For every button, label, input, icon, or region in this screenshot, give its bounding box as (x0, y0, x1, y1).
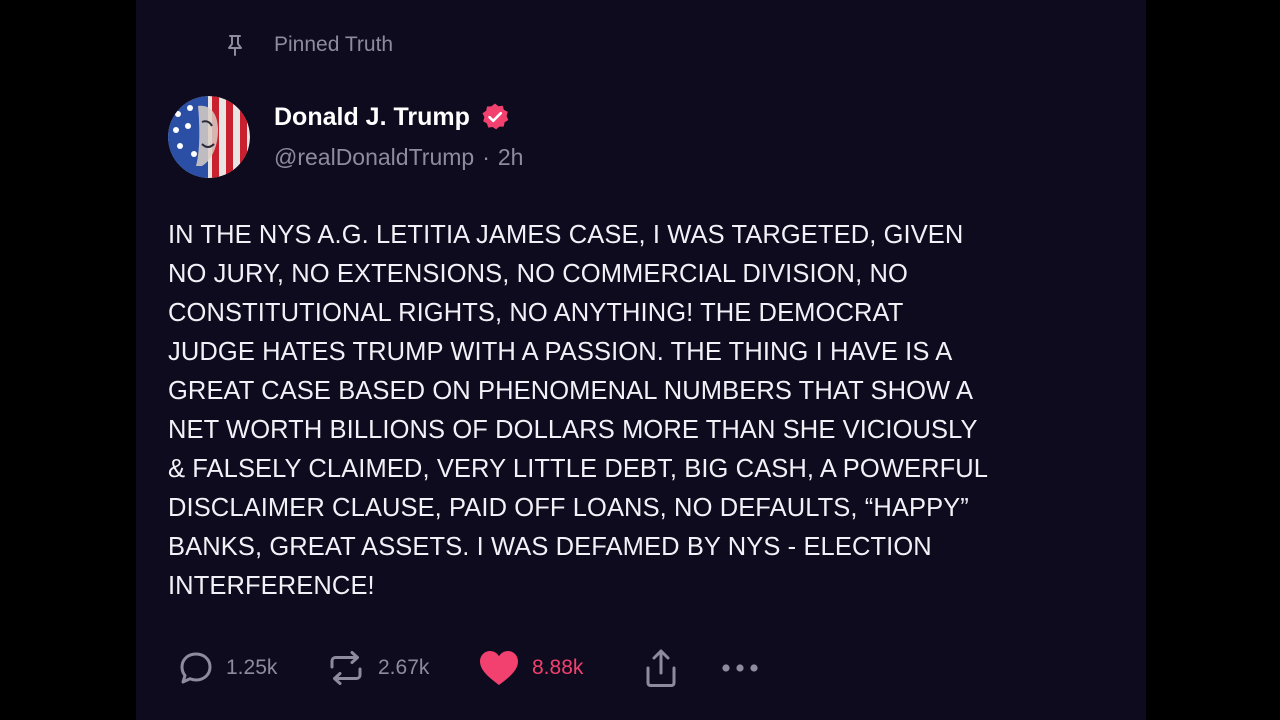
author-handle[interactable]: @realDonaldTrump (274, 144, 474, 171)
more-options-button[interactable] (720, 662, 760, 674)
post-timestamp[interactable]: 2h (498, 144, 524, 171)
post-panel: Pinned Truth Donald J. Trump @realDonald… (136, 0, 1146, 720)
share-icon (646, 649, 676, 687)
author-name[interactable]: Donald J. Trump (274, 103, 470, 132)
pin-icon (224, 32, 246, 58)
share-button[interactable] (644, 648, 720, 688)
reply-icon (180, 652, 212, 684)
post-body: IN THE NYS A.G. LETITIA JAMES CASE, I WA… (168, 221, 989, 600)
pinned-indicator: Pinned Truth (224, 30, 393, 60)
reply-count: 1.25k (226, 656, 278, 679)
author-block: Donald J. Trump @realDonaldTrump · 2h (274, 98, 523, 171)
like-count: 8.88k (532, 656, 584, 679)
reply-button[interactable]: 1.25k (178, 650, 326, 686)
more-options-icon (722, 664, 758, 672)
pinned-label: Pinned Truth (274, 33, 394, 56)
like-button[interactable]: 8.88k (478, 649, 644, 687)
heart-icon (480, 651, 518, 685)
avatar[interactable] (168, 96, 250, 178)
retruth-button[interactable]: 2.67k (326, 650, 478, 686)
verified-badge-icon (480, 102, 510, 132)
handle-separator: · (482, 144, 490, 170)
retruth-icon (330, 651, 362, 685)
post-actions: 1.25k 2.67k 8.88k (178, 646, 760, 690)
retruth-count: 2.67k (378, 656, 430, 679)
